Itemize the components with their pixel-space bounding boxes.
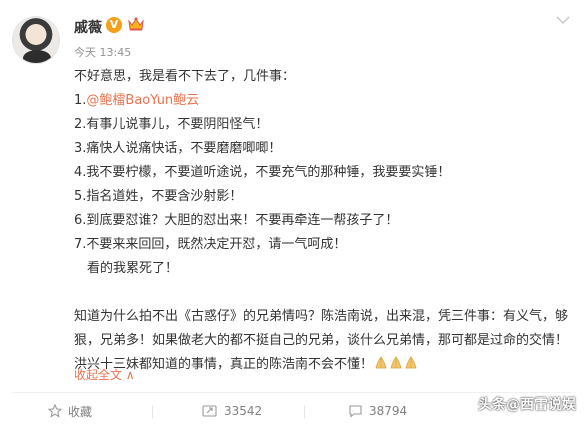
list-item-number: 1. — [74, 93, 87, 108]
repost-button[interactable]: 33542 — [202, 401, 262, 421]
collapse-label: 收起全文 — [74, 368, 123, 382]
list-item: 1.@鲍檑BaoYun鲍云 — [74, 89, 570, 113]
list-item: 3.痛快人说痛快话，不要磨磨唧唧！ — [74, 141, 282, 156]
post-closing: 看的我累死了！ — [87, 261, 179, 276]
collapse-text-link[interactable]: 收起全文 ∧ — [74, 366, 135, 383]
favorite-button[interactable]: 收藏 — [48, 401, 92, 421]
user-mention-link[interactable]: @鲍檑BaoYun鲍云 — [86, 93, 199, 108]
comment-count: 38794 — [369, 404, 408, 418]
weibo-post-card: 戚薇 V 今天 13:45 不好意思，我是看不下去了，几件事： 1.@鲍檑Bao… — [0, 0, 584, 432]
author-name[interactable]: 戚薇 — [74, 17, 102, 37]
list-item: 7.不要来来回回，既然决定开怼，请一气呵成！ — [74, 237, 347, 252]
author-avatar[interactable] — [12, 16, 60, 64]
chevron-down-icon[interactable] — [554, 14, 572, 26]
favorite-label: 收藏 — [68, 404, 93, 419]
post-paragraph-text: 知道为什么拍不出《古惑仔》的兄弟情吗？陈浩南说，出来混，凭三件事：有义气，够狠，… — [74, 309, 569, 372]
list-item: 2.有事儿说事儿，不要阴阳怪气！ — [74, 117, 269, 132]
post-timestamp[interactable]: 今天 13:45 — [74, 44, 131, 60]
list-item: 4.我不要柠檬，不要道听途说，不要充气的那种锤，我要要实锤！ — [74, 165, 451, 180]
pray-emoji-icon — [375, 356, 387, 369]
chevron-up-icon: ∧ — [125, 368, 135, 382]
divider — [304, 405, 305, 419]
verified-badge-icon: V — [106, 17, 122, 33]
post-paragraph: 知道为什么拍不出《古惑仔》的兄弟情吗？陈浩南说，出来混，凭三件事：有义气，够狠，… — [74, 305, 570, 377]
post-intro: 不好意思，我是看不下去了，几件事： — [74, 69, 296, 84]
divider — [152, 405, 153, 419]
post-text: 不好意思，我是看不下去了，几件事： 1.@鲍檑BaoYun鲍云 2.有事儿说事儿… — [74, 65, 570, 377]
pray-emoji-icon — [405, 356, 417, 369]
repost-icon — [202, 405, 217, 417]
crown-icon — [128, 17, 144, 31]
star-icon — [48, 404, 62, 418]
comment-icon — [349, 405, 362, 418]
list-item: 5.指名道姓，不要含沙射影！ — [74, 189, 243, 204]
post-header: 戚薇 V 今天 13:45 — [0, 0, 584, 64]
list-item: 6.到底要怼谁？大胆的怼出来！不要再牵连一帮孩子了！ — [74, 213, 399, 228]
watermark: 头条@西雷说娱 — [478, 397, 576, 413]
pray-emoji-icon — [390, 356, 402, 369]
comment-button[interactable]: 38794 — [348, 401, 407, 421]
repost-count: 33542 — [224, 404, 263, 418]
